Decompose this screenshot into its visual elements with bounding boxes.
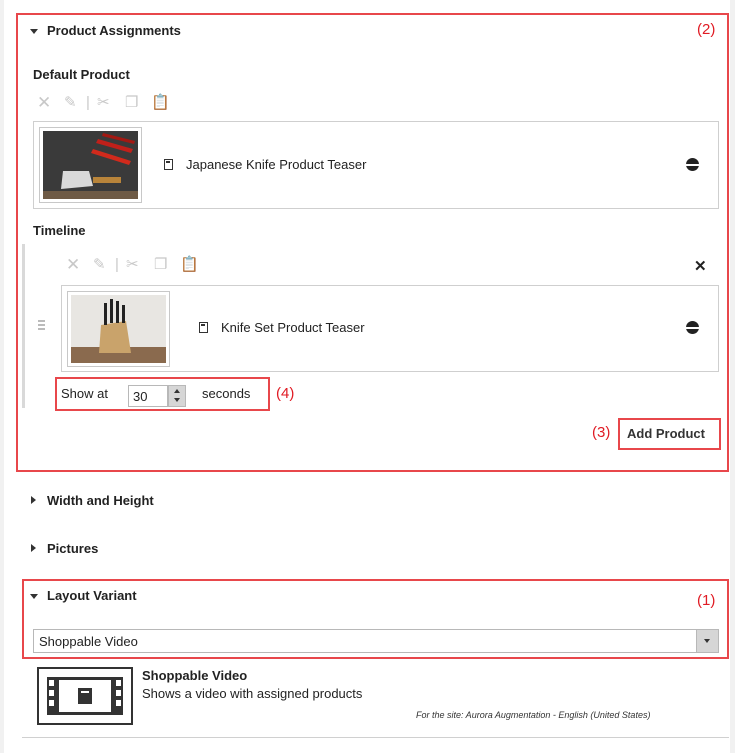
document-icon: [164, 159, 173, 170]
triangle-right-icon[interactable]: [31, 544, 36, 552]
knife-photo-icon: [43, 131, 138, 199]
timeline-label: Timeline: [33, 223, 86, 238]
video-layout-icon: [37, 667, 133, 725]
default-product-card[interactable]: Japanese Knife Product Teaser: [33, 121, 719, 209]
knife-set-photo-icon: [71, 295, 166, 363]
delete-icon[interactable]: ✕: [37, 94, 51, 111]
spinner[interactable]: [168, 385, 186, 407]
delete-icon[interactable]: ✕: [66, 256, 80, 273]
triangle-down-icon[interactable]: [30, 29, 38, 34]
close-icon[interactable]: ✕: [694, 257, 707, 275]
section-header-pictures[interactable]: Pictures: [47, 541, 98, 556]
section-header-width-height[interactable]: Width and Height: [47, 493, 154, 508]
copy-icon[interactable]: ❐: [125, 95, 138, 111]
spinner-up-icon[interactable]: [174, 389, 180, 393]
cut-icon[interactable]: ✂: [97, 95, 110, 111]
layout-variant-option-description: Shows a video with assigned products: [142, 686, 363, 701]
timeline-product-card[interactable]: Knife Set Product Teaser: [61, 285, 719, 372]
panel-bottom-divider: [22, 737, 729, 738]
globe-icon: [686, 321, 699, 334]
section-header-layout-variant[interactable]: Layout Variant: [47, 588, 137, 603]
add-product-button[interactable]: Add Product: [627, 426, 705, 441]
show-at-label: Show at: [61, 386, 108, 401]
section-header-product-assignments[interactable]: Product Assignments: [47, 23, 181, 38]
default-product-label: Default Product: [33, 67, 130, 82]
edit-icon[interactable]: ✎: [93, 257, 106, 273]
annotation-3: (3): [592, 424, 611, 441]
show-at-seconds-input[interactable]: [128, 385, 168, 407]
paste-icon[interactable]: 📋: [151, 95, 170, 111]
triangle-right-icon[interactable]: [31, 496, 36, 504]
dropdown-button[interactable]: [696, 630, 718, 652]
timeline-product-title[interactable]: Knife Set Product Teaser: [221, 320, 365, 335]
document-icon: [199, 322, 208, 333]
copy-icon[interactable]: ❐: [154, 257, 167, 273]
edit-icon[interactable]: ✎: [64, 95, 77, 111]
annotation-1: (1): [697, 592, 716, 609]
default-product-title[interactable]: Japanese Knife Product Teaser: [186, 157, 366, 172]
dropdown-arrow-icon: [704, 639, 710, 643]
spinner-down-icon[interactable]: [174, 398, 180, 402]
paste-icon[interactable]: 📋: [180, 257, 199, 273]
layout-variant-option-title: Shoppable Video: [142, 668, 248, 683]
timeline-item-bar: [22, 244, 25, 408]
cut-icon[interactable]: ✂: [126, 257, 139, 273]
layout-variant-site-note: For the site: Aurora Augmentation - Engl…: [416, 710, 651, 720]
layout-variant-select[interactable]: Shoppable Video: [33, 629, 719, 653]
triangle-down-icon[interactable]: [30, 594, 38, 599]
annotation-4: (4): [276, 385, 295, 402]
layout-variant-selected: Shoppable Video: [39, 634, 138, 649]
globe-icon: [686, 158, 699, 171]
seconds-label: seconds: [202, 386, 251, 401]
knife-product-thumbnail: [39, 127, 142, 203]
drag-handle-icon[interactable]: [38, 320, 45, 330]
toolbar-divider: |: [115, 256, 119, 273]
toolbar-divider: |: [86, 94, 90, 111]
knife-set-thumbnail: [67, 291, 170, 367]
annotation-2: (2): [697, 21, 716, 38]
